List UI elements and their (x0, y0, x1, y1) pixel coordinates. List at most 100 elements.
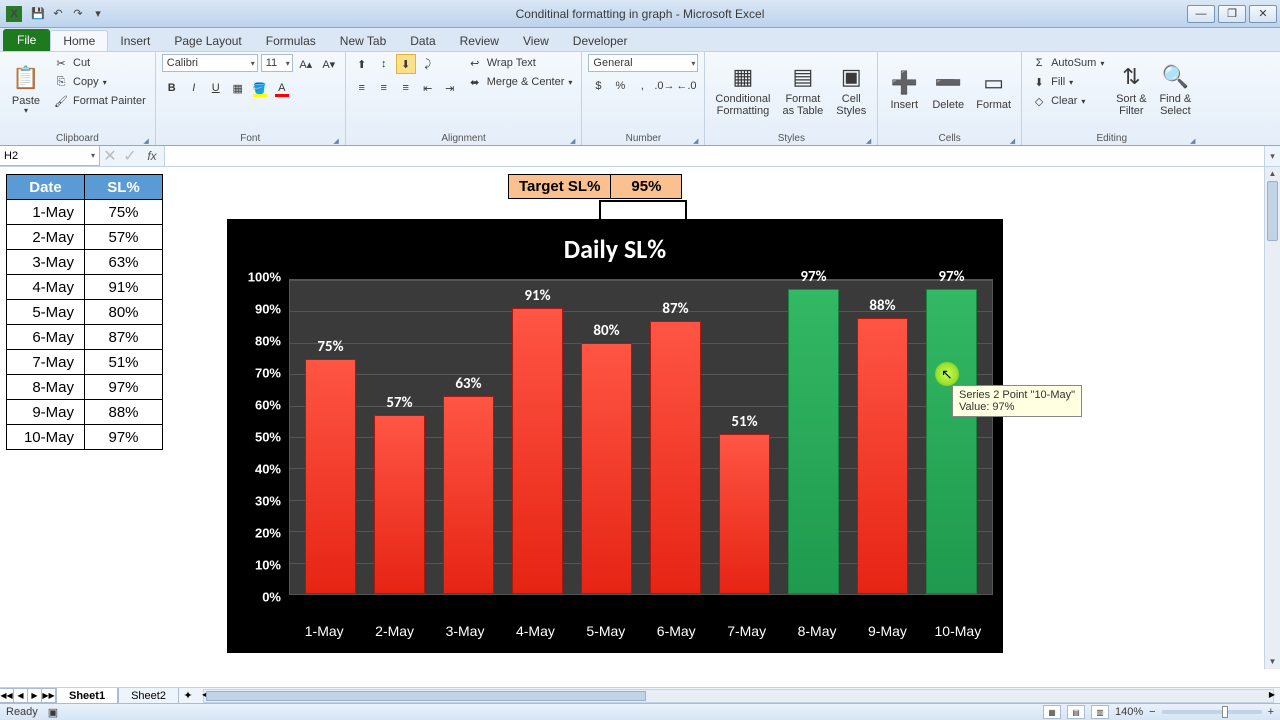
decrease-indent-button[interactable]: ⇤ (418, 78, 438, 98)
tab-data[interactable]: Data (398, 31, 447, 51)
increase-indent-button[interactable]: ⇥ (440, 78, 460, 98)
tab-formulas[interactable]: Formulas (254, 31, 328, 51)
zoom-out-button[interactable]: − (1149, 706, 1155, 718)
header-date[interactable]: Date (7, 175, 85, 200)
table-cell[interactable]: 6-May (7, 325, 85, 350)
font-name-combo[interactable]: Calibri (162, 54, 258, 72)
decrease-font-icon[interactable]: A▾ (319, 54, 339, 74)
last-sheet-button[interactable]: ▶▶ (41, 688, 56, 703)
minimize-button[interactable]: — (1187, 5, 1215, 23)
table-cell[interactable]: 57% (85, 225, 163, 250)
zoom-level[interactable]: 140% (1115, 706, 1143, 718)
bar[interactable]: 97% (926, 289, 977, 594)
number-format-combo[interactable]: General (588, 54, 698, 72)
scroll-down-icon[interactable]: ▼ (1265, 655, 1280, 669)
delete-cells-button[interactable]: ➖Delete (928, 54, 968, 124)
name-box[interactable]: H2 (0, 146, 100, 166)
chart[interactable]: Daily SL% 0%10%20%30%40%50%60%70%80%90%1… (227, 219, 1003, 653)
hscroll-thumb[interactable] (206, 691, 646, 701)
redo-icon[interactable]: ↷ (70, 6, 86, 22)
copy-button[interactable]: ⎘Copy▾ (50, 73, 149, 91)
comma-button[interactable]: , (632, 76, 652, 96)
fx-icon[interactable]: fx (140, 149, 164, 163)
table-cell[interactable]: 87% (85, 325, 163, 350)
save-icon[interactable]: 💾 (30, 6, 46, 22)
autosum-button[interactable]: ΣAutoSum▾ (1028, 54, 1107, 72)
sort-filter-button[interactable]: ⇅Sort & Filter (1111, 54, 1151, 124)
worksheet-area[interactable]: DateSL% 1-May75%2-May57%3-May63%4-May91%… (0, 167, 1280, 687)
close-button[interactable]: ✕ (1249, 5, 1277, 23)
table-cell[interactable]: 88% (85, 400, 163, 425)
bar[interactable]: 51% (719, 434, 770, 594)
scrollbar-thumb[interactable] (1267, 181, 1278, 241)
tab-developer[interactable]: Developer (561, 31, 640, 51)
table-cell[interactable]: 8-May (7, 375, 85, 400)
tab-review[interactable]: Review (448, 31, 511, 51)
increase-decimal-button[interactable]: .0→ (654, 76, 674, 96)
cut-button[interactable]: ✂Cut (50, 54, 149, 72)
bar[interactable]: 57% (374, 415, 425, 594)
expand-formula-bar-icon[interactable]: ▾ (1264, 146, 1280, 166)
sheet-tab-1[interactable]: Sheet1 (56, 688, 118, 704)
fill-button[interactable]: ⬇Fill▾ (1028, 73, 1107, 91)
table-cell[interactable]: 3-May (7, 250, 85, 275)
paste-button[interactable]: 📋Paste▾ (6, 54, 46, 124)
zoom-handle[interactable] (1222, 706, 1228, 718)
scroll-up-icon[interactable]: ▲ (1265, 167, 1280, 181)
underline-button[interactable]: U (206, 78, 226, 98)
table-cell[interactable]: 51% (85, 350, 163, 375)
table-cell[interactable]: 80% (85, 300, 163, 325)
table-cell[interactable]: 10-May (7, 425, 85, 450)
decrease-decimal-button[interactable]: ←.0 (676, 76, 696, 96)
percent-button[interactable]: % (610, 76, 630, 96)
target-label[interactable]: Target SL% (508, 174, 611, 199)
align-right-button[interactable]: ≡ (396, 78, 416, 98)
insert-cells-button[interactable]: ➕Insert (884, 54, 924, 124)
align-top-button[interactable]: ⬆ (352, 54, 372, 74)
bar[interactable]: 97% (788, 289, 839, 594)
cell-styles-button[interactable]: ▣Cell Styles (831, 54, 871, 124)
next-sheet-button[interactable]: ▶ (27, 688, 42, 703)
table-cell[interactable]: 91% (85, 275, 163, 300)
header-sl[interactable]: SL% (85, 175, 163, 200)
border-button[interactable]: ▦ (228, 78, 248, 98)
tab-newtab[interactable]: New Tab (328, 31, 398, 51)
merge-center-button[interactable]: ⬌Merge & Center▾ (464, 73, 576, 91)
target-value[interactable]: 95% (611, 174, 682, 199)
table-cell[interactable]: 5-May (7, 300, 85, 325)
tab-home[interactable]: Home (50, 30, 108, 51)
table-cell[interactable]: 7-May (7, 350, 85, 375)
page-layout-view-button[interactable]: ▤ (1067, 705, 1085, 719)
bar[interactable]: 75% (305, 359, 356, 595)
table-cell[interactable]: 75% (85, 200, 163, 225)
zoom-slider[interactable] (1162, 710, 1262, 714)
first-sheet-button[interactable]: ◀◀ (0, 688, 14, 703)
tab-page-layout[interactable]: Page Layout (162, 31, 253, 51)
table-cell[interactable]: 97% (85, 425, 163, 450)
wrap-text-button[interactable]: ↩Wrap Text (464, 54, 576, 72)
maximize-button[interactable]: ❐ (1218, 5, 1246, 23)
tab-insert[interactable]: Insert (108, 31, 162, 51)
formula-input[interactable] (164, 146, 1264, 166)
bar[interactable]: 63% (443, 396, 494, 594)
plot-area[interactable]: 75% 57% 63% 91% 80% 87% 51% 97% 88% 97% (289, 279, 993, 595)
horizontal-scrollbar[interactable]: ◀▶ (203, 689, 1274, 703)
clear-button[interactable]: ◇Clear▾ (1028, 92, 1107, 110)
table-cell[interactable]: 9-May (7, 400, 85, 425)
increase-font-icon[interactable]: A▴ (296, 54, 316, 74)
normal-view-button[interactable]: ▦ (1043, 705, 1061, 719)
bar[interactable]: 88% (857, 318, 908, 594)
font-color-button[interactable]: A (272, 78, 292, 98)
orientation-button[interactable]: ⤸ (418, 54, 438, 74)
conditional-formatting-button[interactable]: ▦Conditional Formatting (711, 54, 774, 124)
macro-record-icon[interactable]: ▣ (48, 706, 58, 719)
qat-dropdown-icon[interactable]: ▾ (90, 6, 106, 22)
format-as-table-button[interactable]: ▤Format as Table (778, 54, 827, 124)
currency-button[interactable]: $ (588, 76, 608, 96)
bar[interactable]: 80% (581, 343, 632, 594)
prev-sheet-button[interactable]: ◀ (13, 688, 28, 703)
tab-view[interactable]: View (511, 31, 561, 51)
find-select-button[interactable]: 🔍Find & Select (1155, 54, 1195, 124)
bar[interactable]: 91% (512, 308, 563, 594)
bar[interactable]: 87% (650, 321, 701, 594)
